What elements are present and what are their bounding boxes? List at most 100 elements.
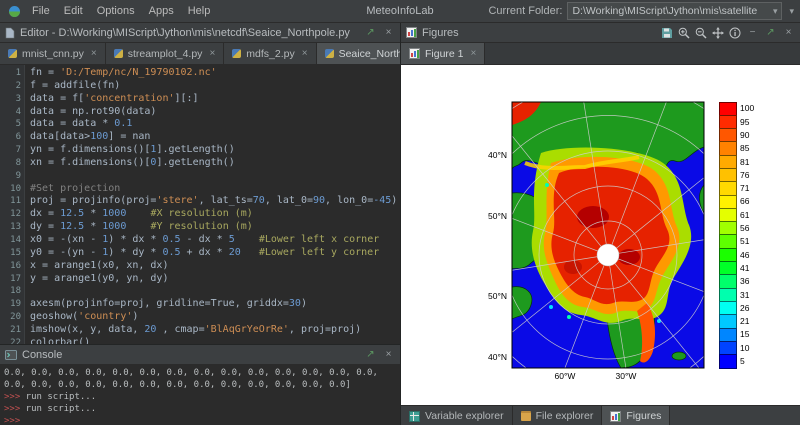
editor-tab-label: streamplot_4.py [128, 48, 203, 60]
explorer-tab-label: File explorer [536, 410, 594, 422]
colorbar-label: 95 [740, 118, 749, 127]
colorbar-swatch [719, 115, 737, 129]
menu-item[interactable]: Options [90, 2, 142, 20]
python-file-icon [232, 49, 241, 58]
figures-panel-title: Figures [422, 27, 459, 39]
console-float-button[interactable]: ↗ [364, 348, 377, 361]
colorbar-entry: 36 [719, 275, 754, 288]
editor-tab-close-icon[interactable]: × [91, 48, 97, 59]
colorbar-label: 61 [740, 211, 749, 220]
colorbar-label: 10 [740, 344, 749, 353]
colorbar-swatch [719, 354, 737, 369]
save-figure-button[interactable] [661, 27, 673, 39]
colorbar-label: 66 [740, 197, 749, 206]
colorbar-entry: 100 [719, 102, 754, 115]
figures-float-button[interactable]: ↗ [764, 26, 777, 39]
menu-item[interactable]: Help [181, 2, 218, 20]
lat-label: 40°N [481, 150, 507, 160]
colorbar-swatch [719, 168, 737, 182]
colorbar-entry: 66 [719, 195, 754, 208]
lat-label: 50°N [481, 291, 507, 301]
editor-float-button[interactable]: ↗ [364, 26, 377, 39]
colorbar-label: 56 [740, 224, 749, 233]
figures-panel: Figures [401, 23, 800, 425]
tab-figure-1[interactable]: Figure 1 × [401, 43, 485, 64]
identify-info-button[interactable] [729, 27, 741, 39]
colorbar-swatch [719, 288, 737, 302]
lon-label: 30°W [611, 371, 641, 381]
editor-tab[interactable]: mdfs_2.py × [224, 43, 316, 64]
explorer-tab-label: Variable explorer [425, 410, 504, 422]
explorer-tab[interactable]: File explorer [513, 406, 603, 425]
editor-tab-close-icon[interactable]: × [302, 48, 308, 59]
code-editor[interactable]: 12345678910111213141516171819202122 fn =… [0, 65, 400, 344]
editor-panel-title: Editor - D:\Working\MIScript\Jython\mis\… [20, 27, 350, 39]
editor-code[interactable]: fn = 'D:/Temp/nc/N_19790102.nc'f = addfi… [25, 65, 400, 344]
figures-minimize-button[interactable]: − [746, 26, 759, 39]
colorbar-entry: 95 [719, 115, 754, 128]
figure-tabbar: Figure 1 × [401, 43, 800, 65]
menu-item[interactable]: Edit [57, 2, 90, 20]
colorbar-label: 26 [740, 304, 749, 313]
editor-tab[interactable]: streamplot_4.py × [106, 43, 225, 64]
figure-canvas[interactable]: 40°N 50°N 50°N 40°N 60°W 30°W 100 [401, 65, 800, 405]
explorer-tab-icon [521, 411, 531, 421]
colorbar-entry: 90 [719, 129, 754, 142]
colorbar-entry: 85 [719, 142, 754, 155]
editor-tab[interactable]: Seaice_Northpole.py × [317, 43, 400, 64]
python-file-icon [114, 49, 123, 58]
lon-label: 60°W [550, 371, 580, 381]
colorbar-entry: 56 [719, 222, 754, 235]
figures-close-button[interactable]: × [782, 26, 795, 39]
console-output[interactable]: 0.0, 0.0, 0.0, 0.0, 0.0, 0.0, 0.0, 0.0, … [0, 365, 400, 425]
colorbar-entry: 71 [719, 182, 754, 195]
colorbar-label: 71 [740, 184, 749, 193]
colorbar-swatch [719, 155, 737, 169]
colorbar-entry: 31 [719, 288, 754, 301]
menu-items: FileEditOptionsAppsHelp [25, 2, 217, 20]
explorer-tab-icon [610, 411, 621, 422]
menu-item[interactable]: File [25, 2, 57, 20]
colorbar-swatch [719, 141, 737, 155]
editor-tab-label: mdfs_2.py [246, 48, 294, 60]
colorbar-label: 5 [740, 357, 745, 366]
colorbar-entry: 81 [719, 155, 754, 168]
explorer-tab[interactable]: Figures [602, 406, 670, 425]
colorbar-swatch [719, 248, 737, 262]
colorbar-swatch [719, 234, 737, 248]
colorbar-label: 36 [740, 277, 749, 286]
pan-button[interactable] [712, 27, 724, 39]
terminal-icon [5, 350, 17, 360]
colorbar-label: 15 [740, 330, 749, 339]
editor-panel: Editor - D:\Working\MIScript\Jython\mis\… [0, 23, 400, 344]
editor-gutter: 12345678910111213141516171819202122 [0, 65, 25, 344]
colorbar-swatch [719, 128, 737, 142]
colorbar-swatch [719, 328, 737, 342]
colorbar-label: 85 [740, 144, 749, 153]
colorbar-entry: 76 [719, 168, 754, 181]
combo-caret-icon[interactable]: ▾ [773, 6, 778, 17]
zoom-in-button[interactable] [678, 27, 690, 39]
colorbar-entry: 15 [719, 328, 754, 341]
editor-tab-close-icon[interactable]: × [209, 48, 215, 59]
console-close-button[interactable]: × [382, 348, 395, 361]
colorbar-entry: 46 [719, 248, 754, 261]
editor-close-button[interactable]: × [382, 26, 395, 39]
editor-tabbar: mnist_cnn.py × streamplot_4.py × mdfs_2. [0, 43, 400, 65]
colorbar-swatch [719, 102, 737, 116]
figure-tab-close-icon[interactable]: × [471, 48, 477, 59]
figures-panel-icon [406, 27, 417, 38]
colorbar-label: 76 [740, 171, 749, 180]
colorbar-label: 81 [740, 158, 749, 167]
current-folder-combobox[interactable]: D:\Working\MIScript\Jython\mis\satellite… [567, 2, 782, 20]
app-logo-icon [8, 5, 21, 18]
figures-panel-header: Figures [401, 23, 800, 43]
editor-tab[interactable]: mnist_cnn.py × [0, 43, 106, 64]
colorbar-label: 90 [740, 131, 749, 140]
explorer-tab[interactable]: Variable explorer [401, 406, 513, 425]
colorbar-entry: 61 [719, 208, 754, 221]
menu-item[interactable]: Apps [142, 2, 181, 20]
zoom-out-button[interactable] [695, 27, 707, 39]
toolbar-overflow-icon[interactable]: ▾ [787, 6, 796, 17]
explorer-tabbar: Variable explorer File explorer Figures [401, 405, 800, 425]
